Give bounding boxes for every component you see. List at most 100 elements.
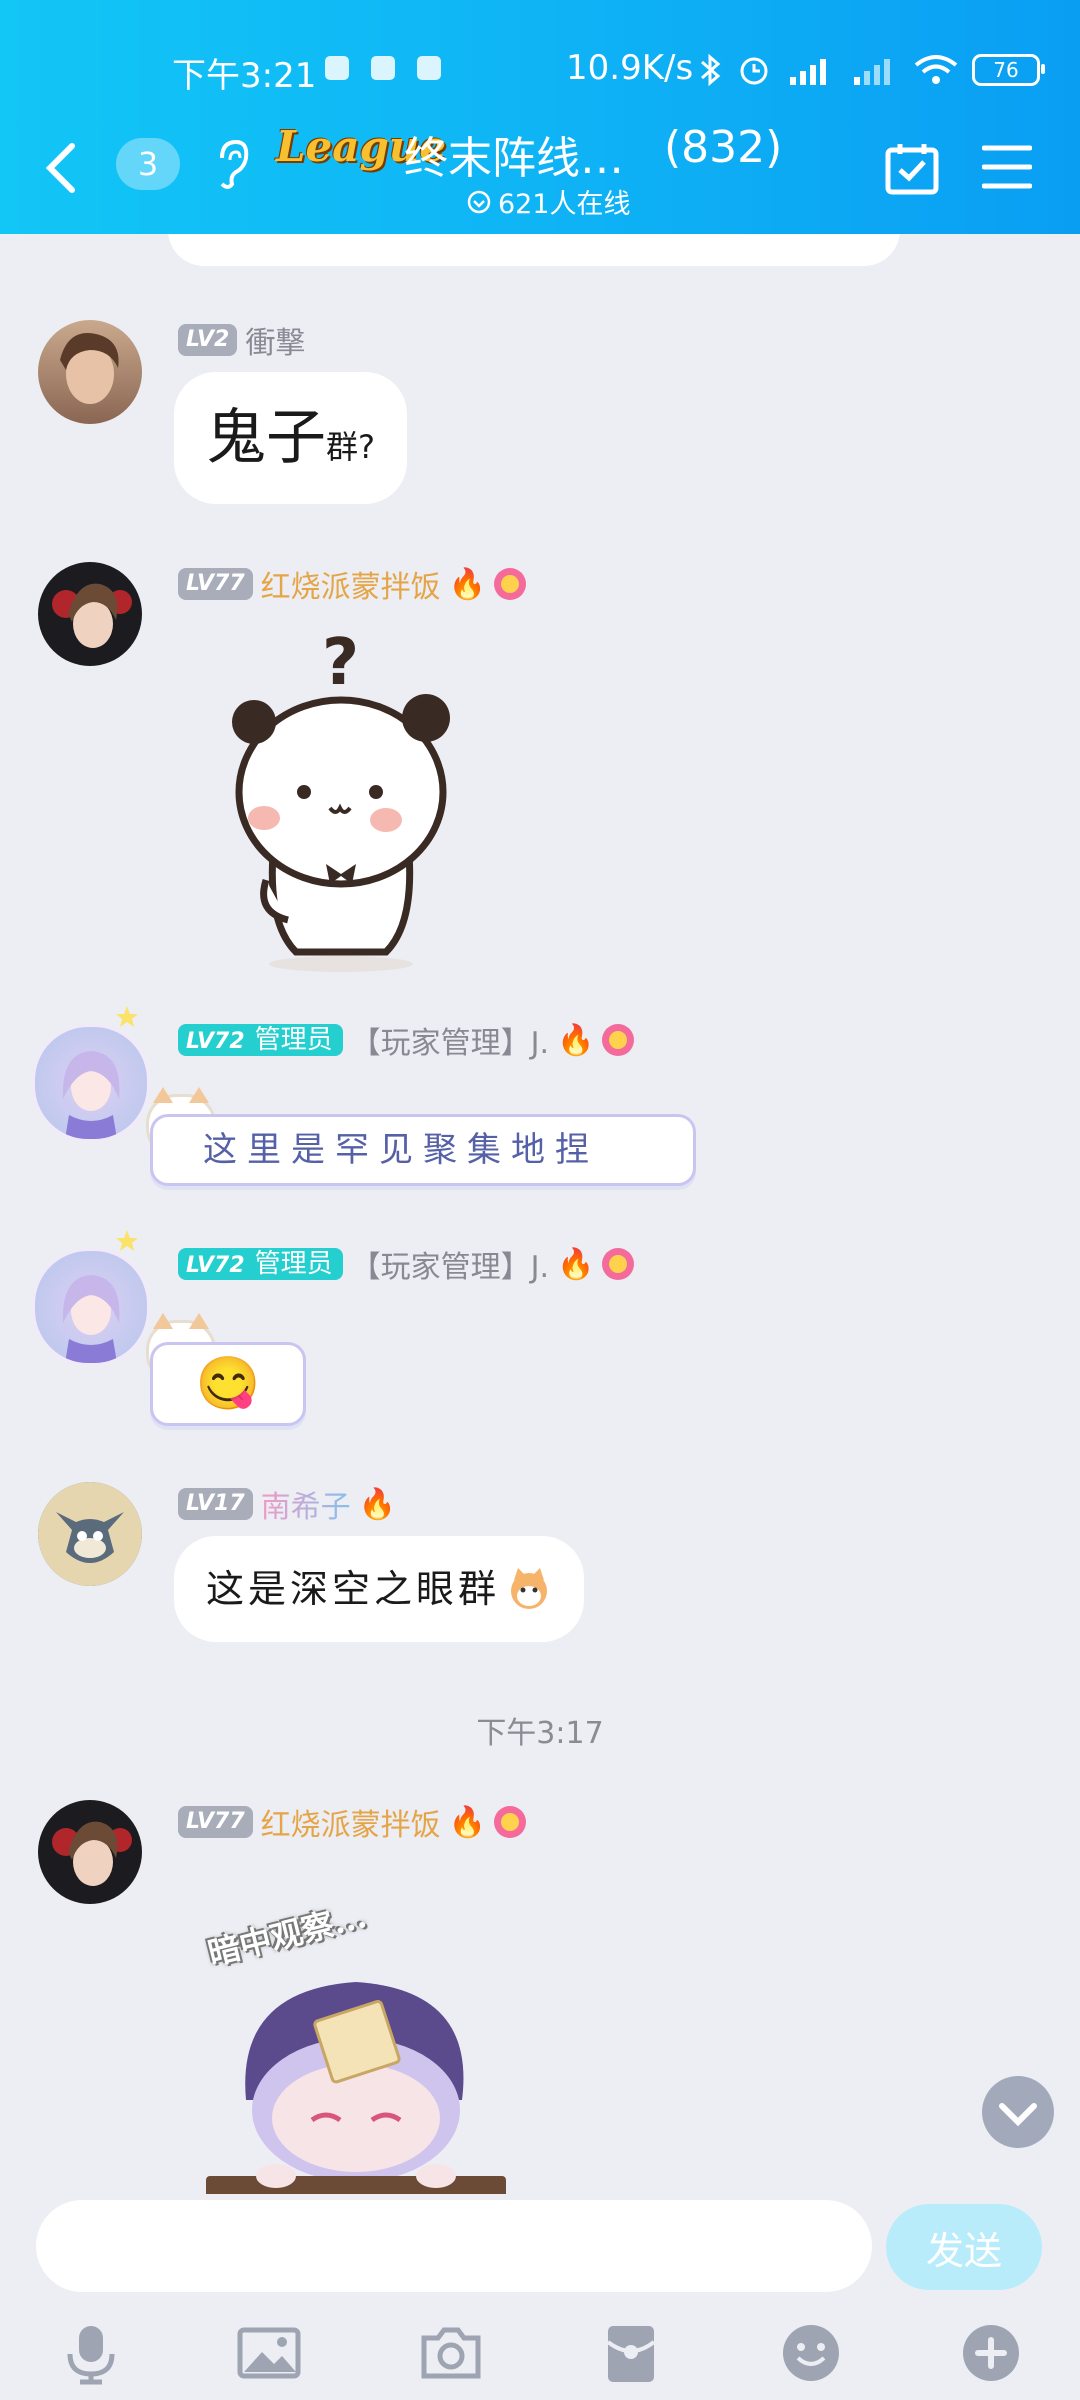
- qiqi-character: [206, 1982, 506, 2194]
- system-icons: 76: [698, 52, 1045, 88]
- message-text: 这是深空之眼群: [206, 1567, 501, 1611]
- online-icon: [467, 190, 491, 213]
- role-text: 管理员: [254, 1025, 333, 1055]
- sender-name[interactable]: 红烧派蒙拌饭: [261, 562, 441, 606]
- fire-badge-icon: 🔥: [448, 1804, 486, 1840]
- sender-name[interactable]: 衝撃: [245, 318, 305, 362]
- avatar-portrait: [38, 1482, 142, 1586]
- signal-icon: [790, 59, 826, 85]
- admin-level-badge: LV72 管理员: [178, 1024, 343, 1056]
- avatar[interactable]: [32, 1248, 150, 1366]
- fancy-message-bubble[interactable]: 这里是罕见聚集地捏: [150, 1114, 696, 1186]
- sender-line: LV77 红烧派蒙拌饭 🔥: [178, 562, 526, 606]
- bluetooth-icon: [701, 53, 721, 87]
- input-toolbar: [0, 2316, 1080, 2400]
- group-name[interactable]: 终末阵线…: [404, 122, 624, 186]
- sender-name[interactable]: 【玩家管理】J.: [351, 1018, 549, 1062]
- member-count: (832): [664, 122, 783, 173]
- message-list[interactable]: LV2 衝撃 鬼子群? LV77 红烧派蒙拌饭 🔥 ? LV72 管理员 【玩家…: [0, 234, 1080, 2194]
- plus-icon[interactable]: [958, 2320, 1024, 2386]
- avatar-portrait: [62, 1275, 120, 1363]
- level-badge: LV2: [178, 324, 238, 356]
- sender-line: LV72 管理员 【玩家管理】J. 🔥: [178, 1018, 635, 1062]
- cat-emoji-icon: [511, 1568, 548, 1609]
- message-text: 鬼子: [206, 403, 326, 473]
- red-packet-icon[interactable]: [598, 2320, 664, 2386]
- avatar[interactable]: [38, 1800, 142, 1904]
- level-text: LV72: [186, 1253, 245, 1278]
- battery-icon: 76: [972, 54, 1045, 86]
- calendar-checkin-icon[interactable]: [884, 140, 940, 196]
- star-decoration-icon: [116, 1230, 138, 1251]
- sender-line: LV72 管理员 【玩家管理】J. 🔥: [178, 1242, 635, 1286]
- status-bar: 下午3:21 10.9K/s 76: [0, 42, 1080, 98]
- avatar[interactable]: [32, 1024, 150, 1142]
- alarm-icon: [740, 57, 768, 85]
- message-bubble[interactable]: 这是深空之眼群: [174, 1536, 585, 1642]
- star-decoration-icon: [116, 1006, 138, 1027]
- menu-icon[interactable]: [982, 144, 1032, 190]
- avatar-portrait: [60, 333, 119, 404]
- ear-icon[interactable]: [214, 138, 250, 190]
- signal-2-icon: [854, 59, 890, 85]
- message-text: 这里是罕见聚集地捏: [203, 1130, 599, 1170]
- back-button[interactable]: [42, 140, 82, 196]
- qq-notification-icon: [371, 56, 395, 80]
- avatar-portrait: [52, 1821, 132, 1886]
- online-status: 621人在线: [466, 182, 631, 221]
- online-count: 621人在线: [498, 189, 631, 220]
- microphone-icon[interactable]: [58, 2320, 124, 2386]
- avatar-portrait: [62, 1051, 120, 1139]
- message-timestamp: 下午3:17: [476, 1716, 604, 1751]
- avatar[interactable]: [38, 320, 142, 424]
- sender-name[interactable]: 南希子: [261, 1482, 351, 1526]
- fire-badge-icon: 🔥: [557, 1246, 595, 1282]
- svg-text:?: ?: [322, 626, 359, 700]
- emoji-icon[interactable]: [778, 2320, 844, 2386]
- image-icon[interactable]: [236, 2320, 302, 2386]
- fire-badge-icon: 🔥: [448, 566, 486, 602]
- message-emoji: 😋: [195, 1354, 261, 1414]
- admin-level-badge: LV72 管理员: [178, 1248, 343, 1280]
- chevron-down-icon: [999, 2103, 1037, 2127]
- level-badge: LV77: [178, 568, 253, 600]
- unread-count-badge[interactable]: 3: [116, 138, 180, 190]
- panda-question-sticker[interactable]: ?: [226, 622, 456, 972]
- sender-line: LV2 衝撃: [178, 318, 305, 362]
- avatar[interactable]: [38, 562, 142, 666]
- qiqi-peek-sticker[interactable]: 暗中观察...: [204, 1897, 506, 2194]
- role-text: 管理员: [254, 1249, 333, 1279]
- status-time: 下午3:21: [172, 56, 317, 96]
- avatar-portrait: [52, 583, 132, 648]
- scroll-to-bottom-button[interactable]: [982, 2076, 1054, 2148]
- send-button[interactable]: 发送: [886, 2204, 1042, 2290]
- avatar[interactable]: [38, 1482, 142, 1586]
- previous-message-bubble: [168, 234, 900, 266]
- message-bubble[interactable]: 鬼子群?: [174, 372, 407, 504]
- sender-name[interactable]: 【玩家管理】J.: [351, 1242, 549, 1286]
- flower-badge-icon: [494, 1806, 526, 1838]
- camera-icon[interactable]: [418, 2320, 484, 2386]
- level-text: LV72: [186, 1029, 245, 1054]
- flower-badge-icon: [602, 1024, 635, 1056]
- wechat-notification-icon: [325, 56, 349, 80]
- input-bar: 发送: [0, 2194, 1080, 2400]
- message-text-small: 群?: [326, 428, 375, 466]
- level-badge: LV77: [178, 1806, 253, 1838]
- flower-badge-icon: [602, 1248, 635, 1280]
- sender-name[interactable]: 红烧派蒙拌饭: [261, 1800, 441, 1844]
- fire-badge-icon: 🔥: [557, 1022, 595, 1058]
- notification-icons: [325, 56, 441, 80]
- sender-line: LV77 红烧派蒙拌饭 🔥: [178, 1800, 526, 1844]
- wifi-icon: [914, 55, 958, 84]
- nav-bar: 3 League 终末阵线… (832) 621人在线: [0, 112, 1080, 222]
- message-input[interactable]: [36, 2200, 872, 2292]
- network-speed: 10.9K/s: [566, 48, 694, 88]
- level-badge: LV17: [178, 1488, 253, 1520]
- app-notification-icon: [417, 56, 441, 80]
- fancy-message-bubble[interactable]: 😋: [150, 1342, 306, 1426]
- fire-badge-icon: 🔥: [358, 1486, 396, 1522]
- flower-badge-icon: [494, 568, 526, 600]
- sender-line: LV17 南希子 🔥: [178, 1482, 396, 1526]
- chat-header: 下午3:21 10.9K/s 76 3 League 终末阵线… (832) 6…: [0, 0, 1080, 234]
